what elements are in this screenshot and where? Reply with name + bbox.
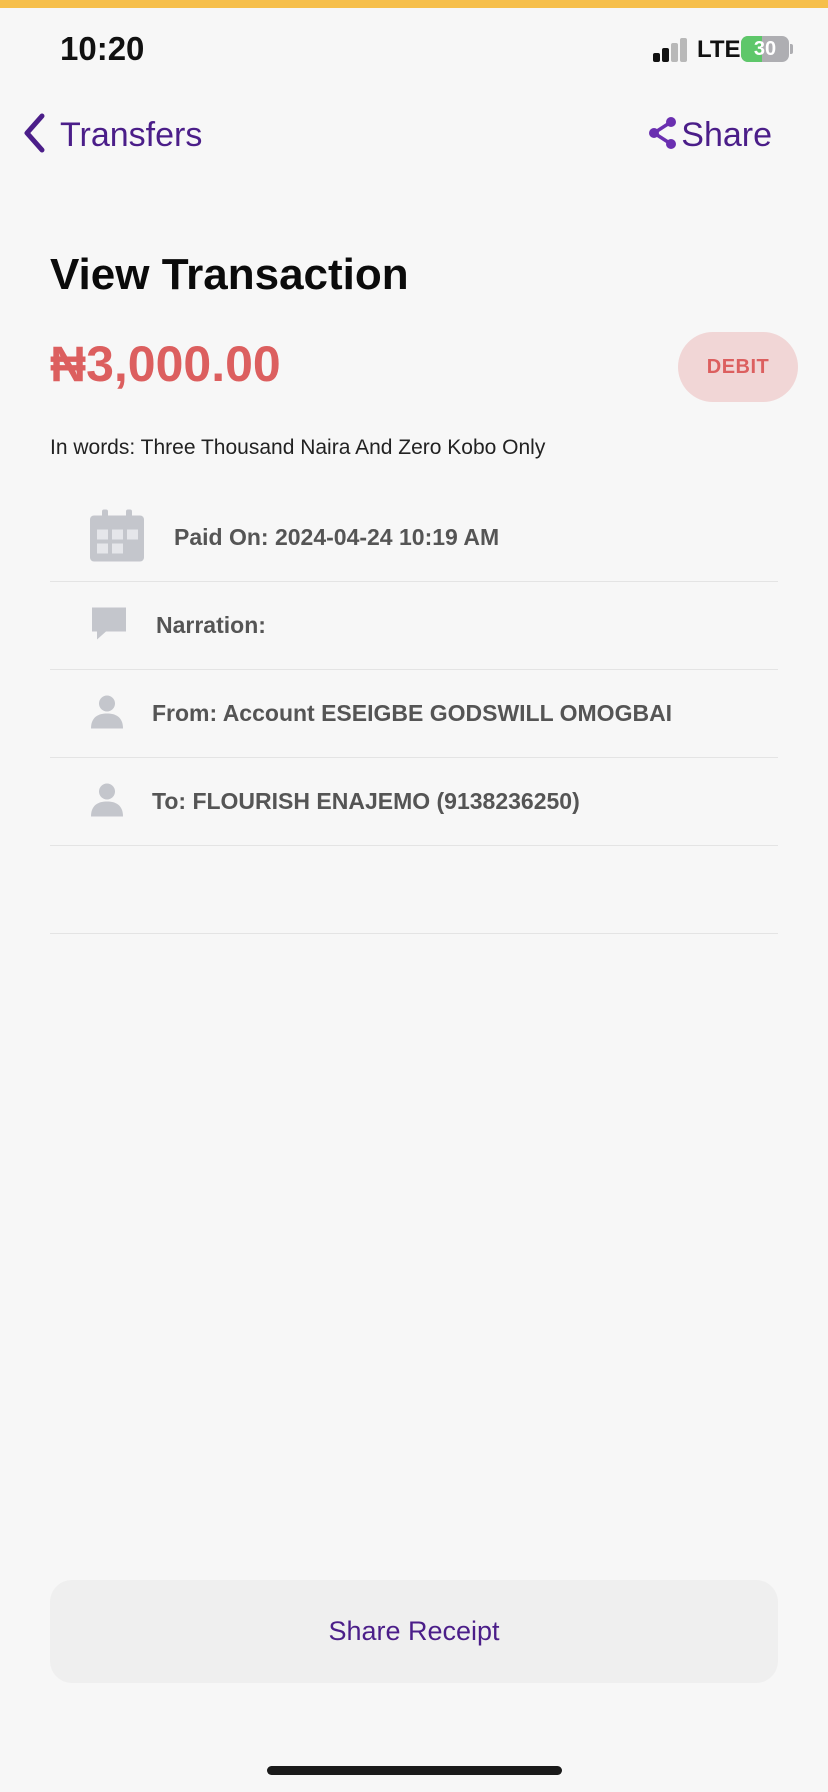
calendar-icon xyxy=(90,509,144,566)
detail-row-narration: Narration: xyxy=(50,582,778,670)
status-time: 10:20 xyxy=(60,30,145,67)
top-accent-bar xyxy=(0,0,828,8)
battery-percent: 30 xyxy=(753,38,777,60)
amount-in-words: In words: Three Thousand Naira And Zero … xyxy=(50,436,546,459)
transaction-details-list: Paid On: 2024-04-24 10:19 AM Narration: … xyxy=(50,494,778,934)
back-label: Transfers xyxy=(60,115,203,154)
detail-row-to: To: FLOURISH ENAJEMO (9138236250) xyxy=(50,758,778,846)
detail-row-from: From: Account ESEIGBE GODSWILL OMOGBAI xyxy=(50,670,778,758)
network-type: LTE xyxy=(697,36,741,63)
back-button[interactable]: Transfers xyxy=(22,110,202,160)
battery-tip xyxy=(790,44,793,54)
page-title: View Transaction xyxy=(50,250,409,299)
share-label: Share xyxy=(681,115,772,154)
comment-icon xyxy=(90,605,128,646)
transaction-amount: ₦3,000.00 xyxy=(50,336,281,392)
share-receipt-button[interactable]: Share Receipt xyxy=(50,1580,778,1683)
from-account-text: From: Account ESEIGBE GODSWILL OMOGBAI xyxy=(152,700,673,726)
paid-on-text: Paid On: 2024-04-24 10:19 AM xyxy=(174,524,500,550)
detail-row-empty xyxy=(50,846,778,934)
battery-icon: 30 xyxy=(741,36,789,62)
to-recipient-text: To: FLOURISH ENAJEMO (9138236250) xyxy=(152,788,580,814)
person-icon xyxy=(90,782,124,821)
detail-row-paid-on: Paid On: 2024-04-24 10:19 AM xyxy=(50,494,778,582)
person-icon xyxy=(90,694,124,733)
cellular-signal-icon xyxy=(653,38,689,62)
debit-badge: DEBIT xyxy=(678,332,798,402)
share-button[interactable]: Share xyxy=(647,110,772,160)
share-icon xyxy=(647,116,679,155)
home-indicator xyxy=(267,1766,562,1775)
narration-text: Narration: xyxy=(156,612,266,638)
chevron-left-icon xyxy=(22,112,48,159)
